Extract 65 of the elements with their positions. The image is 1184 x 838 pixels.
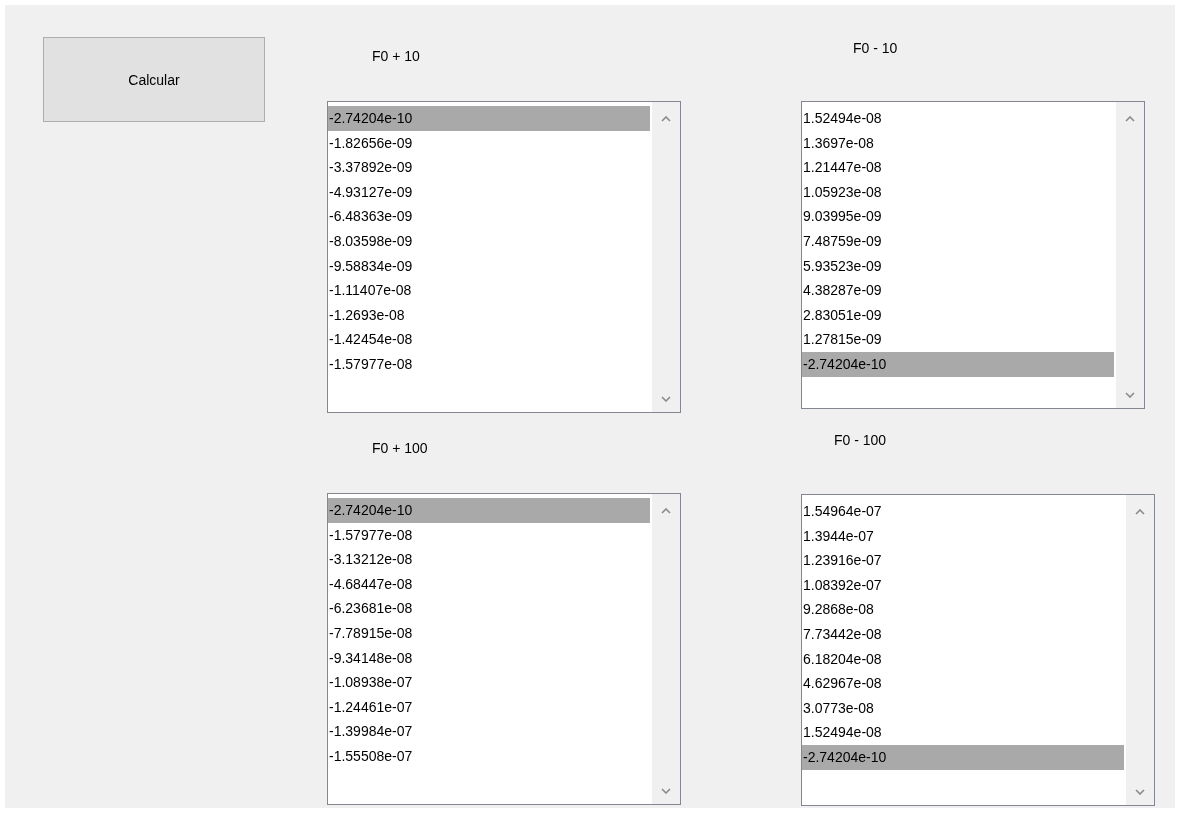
list-label: F0 - 10 (853, 40, 898, 56)
list-item[interactable]: 7.73442e-08 (802, 621, 1124, 647)
list-item[interactable]: -2.74204e-10 (802, 351, 1114, 377)
list-item[interactable]: 1.23916e-07 (802, 548, 1124, 573)
scrollbar[interactable] (652, 494, 680, 804)
list-item[interactable]: -1.39984e-07 (328, 719, 650, 744)
list-item[interactable]: 7.48759e-09 (802, 228, 1114, 254)
list-item[interactable]: -1.42454e-08 (328, 327, 650, 352)
list-item[interactable]: 1.05923e-08 (802, 179, 1114, 205)
list-item[interactable]: 1.3944e-07 (802, 523, 1124, 549)
list-box[interactable]: 1.54964e-07 1.3944e-07 1.23916e-07 1.08392e-07 9.2868e-08 7.73442e-08 6.18204e-08 4.62967e-08 3.0773e-08 1.52494e-08 -2.74204e-10 (801, 494, 1155, 806)
chevron-down-icon[interactable] (1135, 789, 1145, 795)
list-item[interactable]: -2.74204e-10 (328, 106, 650, 131)
list-item[interactable]: 4.38287e-09 (802, 278, 1114, 303)
chevron-up-icon[interactable] (661, 116, 671, 122)
chevron-up-icon[interactable] (661, 508, 671, 514)
list-item[interactable]: 1.52494e-08 (802, 106, 1114, 131)
list-item[interactable]: 5.93523e-09 (802, 253, 1114, 279)
chevron-up-icon[interactable] (1135, 509, 1145, 515)
list-item[interactable]: -2.74204e-10 (328, 498, 650, 523)
list-item[interactable]: 1.3697e-08 (802, 130, 1114, 156)
list-item[interactable]: -9.58834e-09 (328, 253, 650, 279)
list-item[interactable]: 3.0773e-08 (802, 695, 1124, 721)
list-item[interactable]: 1.08392e-07 (802, 572, 1124, 598)
list-item[interactable]: -1.11407e-08 (328, 278, 650, 303)
list-item[interactable]: -8.03598e-09 (328, 228, 650, 254)
scrollbar[interactable] (652, 102, 680, 412)
list-item[interactable]: -7.78915e-08 (328, 620, 650, 646)
list-item[interactable]: 6.18204e-08 (802, 646, 1124, 672)
list-item[interactable]: -1.82656e-09 (328, 130, 650, 156)
chevron-down-icon[interactable] (661, 396, 671, 402)
list-item[interactable]: 1.54964e-07 (802, 499, 1124, 524)
list-box[interactable]: -2.74204e-10 -1.82656e-09 -3.37892e-09 -4.93127e-09 -6.48363e-09 -8.03598e-09 -9.58834e-09 -1.11407e-08 -1.2693e-08 -1.42454e-08 -1.57977e-08 (327, 101, 681, 413)
chevron-down-icon[interactable] (661, 788, 671, 794)
list-item[interactable]: -3.13212e-08 (328, 547, 650, 572)
list-item[interactable]: -2.74204e-10 (802, 744, 1124, 770)
list-box[interactable]: 1.52494e-08 1.3697e-08 1.21447e-08 1.05923e-08 9.03995e-09 7.48759e-09 5.93523e-09 4.38287e-09 2.83051e-09 1.27815e-09 -2.74204e-10 (801, 101, 1145, 409)
list-label: F0 - 100 (834, 432, 887, 448)
list-item[interactable]: 9.2868e-08 (802, 597, 1124, 622)
list-item[interactable]: -1.24461e-07 (328, 694, 650, 720)
list-item[interactable]: -3.37892e-09 (328, 155, 650, 180)
list-item[interactable]: -6.48363e-09 (328, 204, 650, 229)
chevron-down-icon[interactable] (1125, 392, 1135, 398)
list-item[interactable]: -1.57977e-08 (328, 522, 650, 548)
list-item[interactable]: 9.03995e-09 (802, 204, 1114, 229)
list-item[interactable]: -1.55508e-07 (328, 743, 650, 769)
list-label: F0 + 100 (372, 440, 428, 456)
list-item[interactable]: -4.93127e-09 (328, 179, 650, 205)
scrollbar[interactable] (1116, 102, 1144, 408)
calculate-button[interactable]: Calcular (43, 37, 265, 122)
list-label: F0 + 10 (372, 48, 420, 64)
list-box[interactable]: -2.74204e-10 -1.57977e-08 -3.13212e-08 -4.68447e-08 -6.23681e-08 -7.78915e-08 -9.34148e-08 -1.08938e-07 -1.24461e-07 -1.39984e-07 -1.55508e-07 (327, 493, 681, 805)
list-item[interactable]: -6.23681e-08 (328, 596, 650, 621)
list-item[interactable]: -9.34148e-08 (328, 645, 650, 671)
list-item[interactable]: 1.52494e-08 (802, 720, 1124, 745)
chevron-up-icon[interactable] (1125, 116, 1135, 122)
list-item[interactable]: -1.57977e-08 (328, 351, 650, 377)
scrollbar[interactable] (1126, 495, 1154, 805)
list-item[interactable]: 1.21447e-08 (802, 155, 1114, 180)
list-item[interactable]: -1.2693e-08 (328, 302, 650, 328)
list-item[interactable]: -4.68447e-08 (328, 571, 650, 597)
list-item[interactable]: 4.62967e-08 (802, 671, 1124, 696)
list-item[interactable]: 1.27815e-09 (802, 327, 1114, 352)
list-item[interactable]: 2.83051e-09 (802, 302, 1114, 328)
list-item[interactable]: -1.08938e-07 (328, 670, 650, 695)
